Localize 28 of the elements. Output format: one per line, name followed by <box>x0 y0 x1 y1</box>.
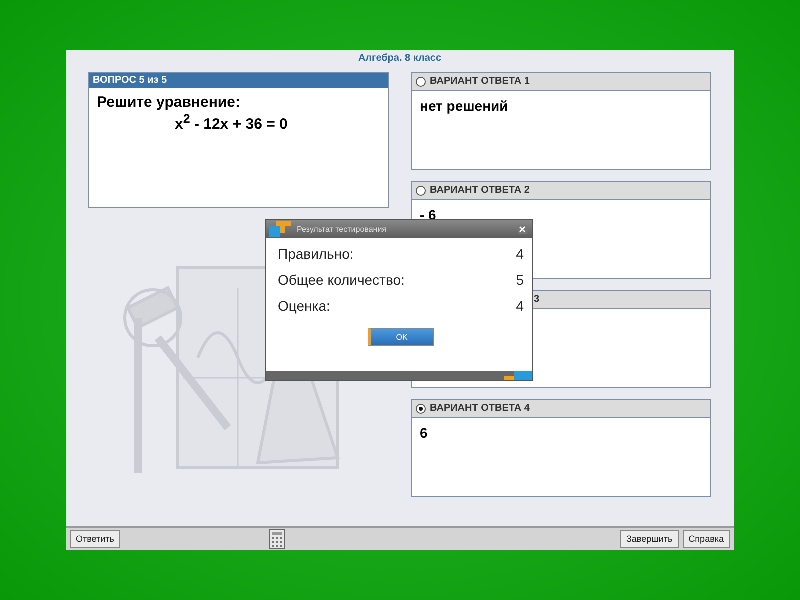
radio-button[interactable] <box>416 186 426 196</box>
result-label: Оценка: <box>278 298 330 316</box>
toolbar-button[interactable]: Завершить <box>620 530 679 548</box>
result-value: 4 <box>516 298 524 316</box>
ok-button[interactable]: OK <box>368 328 434 346</box>
result-value: 4 <box>516 246 524 264</box>
answer-button[interactable]: Ответить <box>70 530 120 548</box>
result-label: Правильно: <box>278 246 354 264</box>
answer-text: 6 <box>420 425 428 441</box>
radio-button[interactable] <box>416 404 426 414</box>
corner-squares-icon <box>504 371 532 380</box>
question-prompt: Решите уравнение: <box>97 94 242 111</box>
result-value: 5 <box>516 272 524 290</box>
answer-label: ВАРИАНТ ОТВЕТА 4 <box>430 403 530 414</box>
question-header: ВОПРОС 5 из 5 <box>89 73 388 88</box>
result-label: Общее количество: <box>278 272 405 290</box>
close-icon[interactable] <box>518 224 527 234</box>
window-title: Алгебра. 8 класс <box>357 52 443 66</box>
answer-label: 3 <box>534 294 540 305</box>
dialog-title: Результат тестирования <box>297 224 388 234</box>
answer-label: ВАРИАНТ ОТВЕТА 1 <box>430 76 530 87</box>
toolbar-button[interactable]: Справка <box>682 530 730 548</box>
equation: x$^{2}$ - 12x + 36 = 0 <box>174 112 289 133</box>
answer-label: ВАРИАНТ ОТВЕТА 2 <box>430 185 530 196</box>
squares-logo-icon <box>269 221 291 237</box>
calculator-icon[interactable] <box>269 529 286 549</box>
radio-button[interactable] <box>416 76 426 86</box>
answer-text: нет решений <box>420 98 508 114</box>
